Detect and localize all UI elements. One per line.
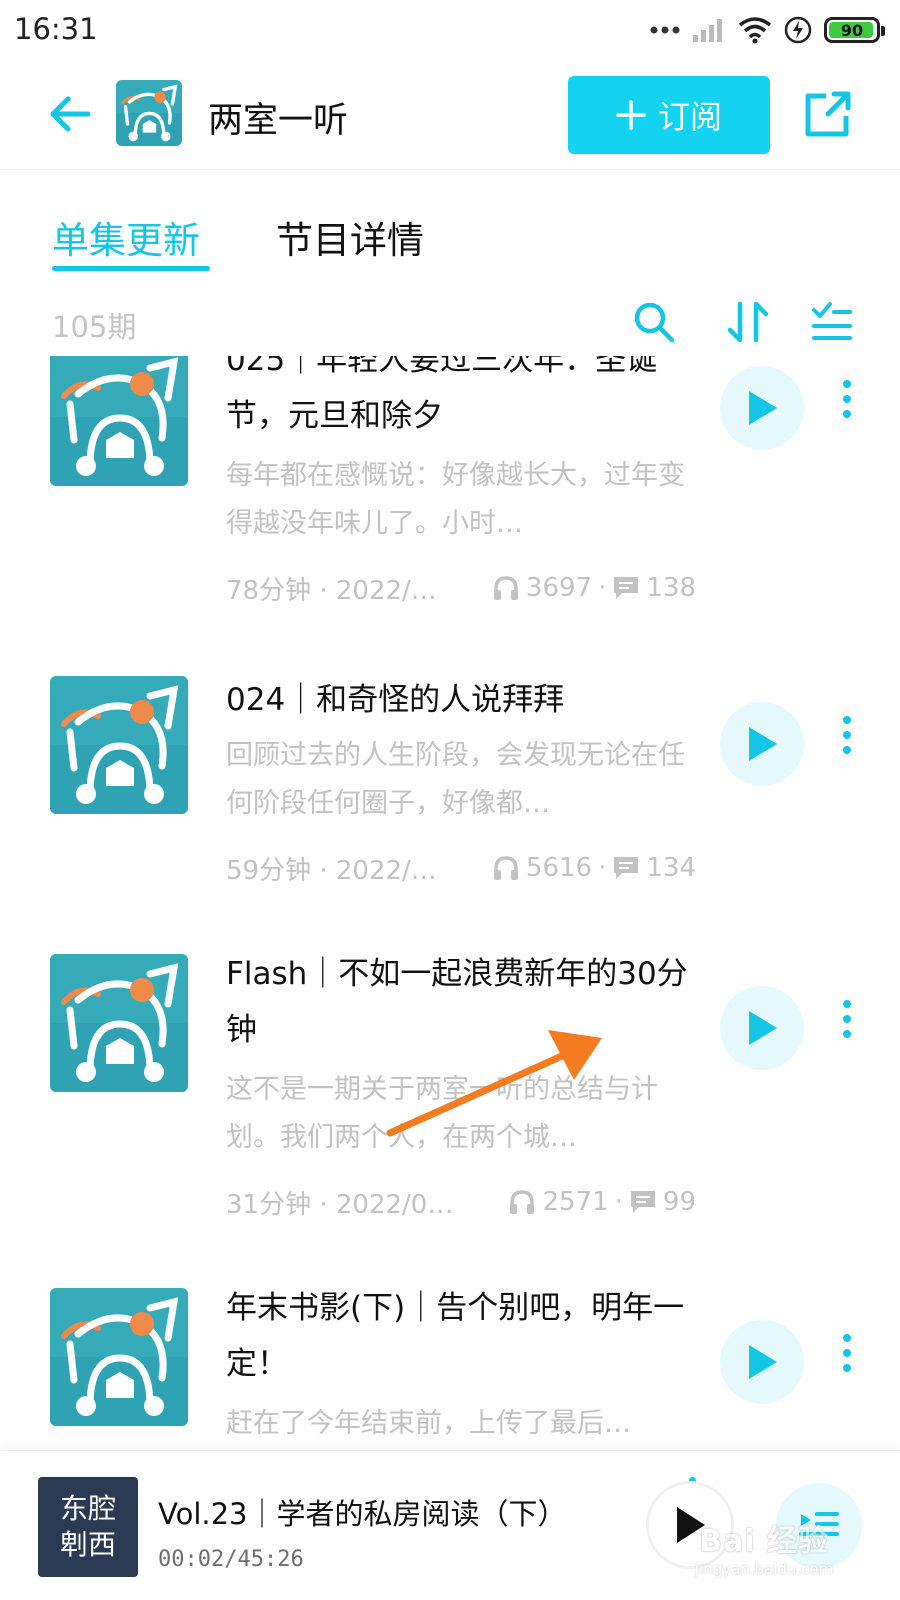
episode-meta: 31分钟 · 2022/0… 2571 · 99	[226, 1182, 696, 1222]
podcast-cover	[116, 80, 182, 146]
tab-bar: 单集更新 节目详情	[0, 170, 900, 280]
now-playing-cover-line2: 𠜱西	[59, 1528, 116, 1561]
play-icon	[749, 1011, 777, 1045]
episode-title: Flash｜不如一起浪费新年的30分钟	[226, 956, 688, 1048]
episode-cover	[50, 356, 188, 486]
sort-icon	[727, 301, 769, 343]
more-options-button[interactable]	[832, 374, 862, 424]
play-icon	[749, 1345, 777, 1379]
episode-item[interactable]: 024｜和奇怪的人说拜拜 回顾过去的人生阶段，会发现无论在任何阶段任何圈子，好像…	[0, 664, 900, 924]
headphones-icon	[493, 856, 518, 880]
share-button[interactable]	[800, 86, 856, 142]
episode-title: 025｜年轻人要过三次年：圣诞节，元旦和除夕	[226, 356, 658, 434]
comment-icon	[630, 1191, 655, 1213]
watermark-sub: jingyan.baidu.com	[694, 1560, 834, 1578]
status-icons: 90	[650, 10, 885, 50]
episode-cover	[50, 676, 188, 814]
signal-icon	[693, 19, 722, 42]
episode-plays: 3697	[525, 573, 593, 603]
episode-comments: 134	[646, 853, 696, 883]
back-arrow-icon	[50, 96, 91, 132]
podcast-logo-icon	[50, 954, 188, 1092]
now-playing-cover: 东腔 𠜱西	[38, 1477, 138, 1577]
baidu-watermark: Bai 经验 jingyan.baidu.com	[664, 1509, 864, 1585]
sort-button[interactable]	[724, 298, 772, 346]
episode-item[interactable]: 025｜年轻人要过三次年：圣诞节，元旦和除夕 每年都在感慨说：好像越长大，过年变…	[0, 356, 900, 636]
charging-icon	[784, 16, 812, 44]
app-header: 两室一听 订阅	[0, 64, 900, 170]
episode-comments: 138	[646, 573, 696, 603]
battery-level: 90	[840, 20, 864, 40]
search-icon	[634, 302, 675, 343]
episode-description: 每年都在感慨说：好像越长大，过年变得越没年味儿了。小时…	[226, 460, 685, 539]
play-button[interactable]	[720, 702, 804, 786]
subscribe-label: 订阅	[657, 98, 722, 136]
podcast-title: 两室一听	[208, 101, 349, 141]
play-button[interactable]	[720, 366, 804, 450]
episode-title: 年末书影(下)｜告个别吧，明年一定！	[226, 1290, 685, 1382]
back-button[interactable]	[44, 88, 96, 140]
more-options-button[interactable]	[832, 994, 862, 1044]
podcast-logo-icon	[50, 1288, 188, 1426]
batch-select-button[interactable]	[808, 298, 856, 346]
episode-item[interactable]: Flash｜不如一起浪费新年的30分钟 这不是一期关于两室一听的总结与计划。我们…	[0, 944, 900, 1244]
battery-icon: 90	[824, 17, 885, 43]
podcast-logo-icon	[50, 356, 188, 486]
subscribe-button[interactable]: 订阅	[568, 76, 770, 154]
tab-details[interactable]: 节目详情	[276, 210, 424, 264]
episode-duration-date: 59分钟 · 2022/…	[226, 855, 437, 886]
episode-description: 回顾过去的人生阶段，会发现无论在任何阶段任何圈子，好像都…	[226, 740, 685, 819]
watermark-main: Bai 经验	[699, 1524, 829, 1559]
search-button[interactable]	[630, 298, 678, 346]
share-icon	[805, 91, 851, 137]
now-playing-title: Vol.23｜学者的私房阅读（下）	[158, 1497, 567, 1531]
comment-icon	[614, 857, 639, 879]
wifi-icon	[738, 17, 772, 44]
episode-duration-date: 31分钟 · 2022/0…	[226, 1189, 454, 1220]
batch-select-icon	[812, 302, 852, 340]
tab-episodes[interactable]: 单集更新	[52, 210, 200, 264]
episode-plays: 2571	[542, 1187, 609, 1217]
play-icon	[749, 391, 777, 425]
episode-meta: 59分钟 · 2022/… 5616 · 134	[226, 848, 696, 888]
now-playing-bar[interactable]: 东腔 𠜱西 Vol.23｜学者的私房阅读（下） 00:02/45:26 Bai …	[0, 1450, 900, 1600]
podcast-logo-icon	[50, 676, 188, 814]
episode-description: 赶在了今年结束前，上传了最后…	[226, 1408, 631, 1439]
play-icon	[749, 727, 777, 761]
episode-count: 105期	[52, 310, 137, 344]
active-tab-indicator	[52, 266, 210, 271]
episode-comments: 99	[662, 1187, 696, 1217]
episode-cover	[50, 954, 188, 1092]
podcast-logo-icon	[116, 80, 182, 146]
now-playing-time: 00:02/45:26	[158, 1547, 304, 1572]
episode-list: 025｜年轻人要过三次年：圣诞节，元旦和除夕 每年都在感慨说：好像越长大，过年变…	[0, 356, 900, 1450]
more-options-button[interactable]	[832, 710, 862, 760]
play-button[interactable]	[720, 986, 804, 1070]
more-dots-icon	[650, 26, 680, 34]
episode-cover	[50, 1288, 188, 1426]
more-options-button[interactable]	[832, 1328, 862, 1378]
headphones-icon	[510, 1190, 535, 1214]
episode-title: 024｜和奇怪的人说拜拜	[226, 682, 565, 718]
play-button[interactable]	[720, 1320, 804, 1404]
plus-icon	[616, 100, 646, 130]
comment-icon	[614, 577, 639, 599]
episode-item[interactable]: 年末书影(下)｜告个别吧，明年一定！ 赶在了今年结束前，上传了最后…	[0, 1278, 900, 1450]
episode-duration-date: 78分钟 · 2022/…	[226, 575, 437, 606]
episode-description: 这不是一期关于两室一听的总结与计划。我们两个人，在两个城…	[226, 1074, 658, 1153]
episode-meta: 78分钟 · 2022/… 3697 · 138	[226, 568, 696, 608]
status-bar: 16:31 90	[0, 0, 900, 64]
list-toolbar: 105期	[0, 290, 900, 360]
now-playing-cover-line1: 东腔	[59, 1492, 116, 1525]
status-time: 16:31	[14, 12, 98, 46]
headphones-icon	[493, 576, 518, 600]
episode-plays: 5616	[525, 853, 593, 883]
